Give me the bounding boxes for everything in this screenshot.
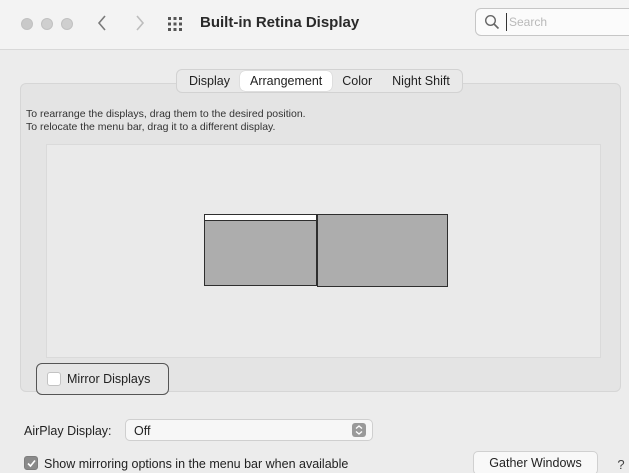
window-title: Built-in Retina Display <box>200 14 360 31</box>
tab-display[interactable]: Display <box>179 71 240 91</box>
zoom-window-button[interactable] <box>61 18 73 30</box>
instruction-line-1: To rearrange the displays, drag them to … <box>26 108 306 120</box>
tab-arrangement[interactable]: Arrangement <box>240 71 333 91</box>
airplay-display-label: AirPlay Display: <box>24 424 112 438</box>
forward-button[interactable] <box>130 10 150 36</box>
minimize-window-button[interactable] <box>41 18 53 30</box>
tab-bar: Display Arrangement Color Night Shift <box>176 69 463 93</box>
tab-night-shift[interactable]: Night Shift <box>382 71 460 91</box>
popup-arrows-icon <box>352 423 366 437</box>
tab-color[interactable]: Color <box>332 71 382 91</box>
search-field[interactable] <box>475 8 629 36</box>
airplay-display-value: Off <box>134 424 151 438</box>
title-bar: Built-in Retina Display <box>0 0 629 50</box>
primary-display[interactable] <box>204 214 317 286</box>
instructions: To rearrange the displays, drag them to … <box>26 108 306 134</box>
gather-windows-button[interactable]: Gather Windows <box>473 451 598 473</box>
search-icon <box>484 14 500 30</box>
mirror-displays-option: Mirror Displays <box>36 363 169 395</box>
show-mirroring-label: Show mirroring options in the menu bar w… <box>44 457 349 471</box>
checkmark-icon <box>27 459 36 468</box>
mirror-displays-label: Mirror Displays <box>67 372 151 386</box>
show-mirroring-checkbox[interactable] <box>24 456 38 470</box>
mirror-displays-checkbox[interactable] <box>47 372 61 386</box>
search-input[interactable] <box>506 13 626 31</box>
help-button[interactable]: ? <box>611 454 629 473</box>
secondary-display[interactable] <box>317 214 448 287</box>
menu-bar-handle[interactable] <box>205 215 316 221</box>
back-button[interactable] <box>92 10 112 36</box>
chevron-right-icon <box>136 15 145 31</box>
grid-icon <box>168 17 182 31</box>
close-window-button[interactable] <box>21 18 33 30</box>
airplay-display-select[interactable]: Off <box>125 419 373 441</box>
show-all-button[interactable] <box>166 15 184 33</box>
instruction-line-2: To relocate the menu bar, drag it to a d… <box>26 121 276 133</box>
chevron-left-icon <box>97 15 106 31</box>
display-arrangement-area <box>46 144 601 358</box>
